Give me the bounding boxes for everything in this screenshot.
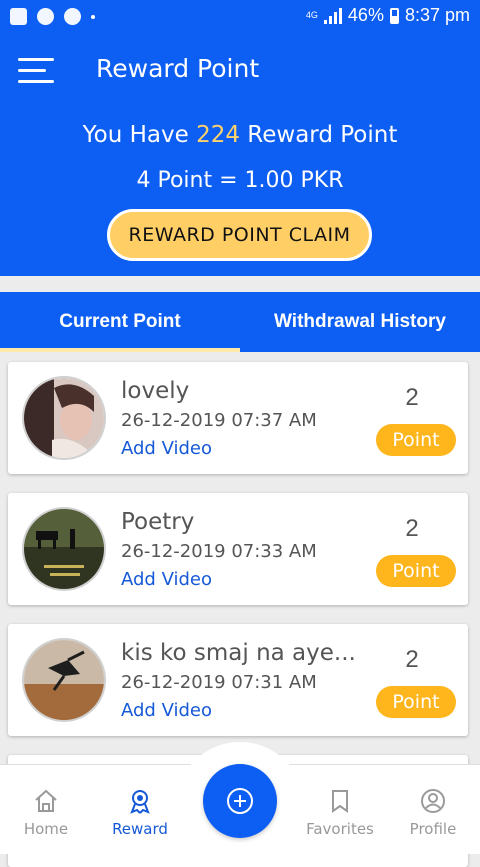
- reward-prefix: You Have: [82, 122, 189, 148]
- nav-home[interactable]: Home: [0, 788, 94, 838]
- active-tab-indicator: [0, 348, 240, 352]
- clock: 8:37 pm: [404, 5, 470, 25]
- gallery-notification-icon: [10, 8, 27, 25]
- conversion-rate: 4 Point = 1.00 PKR: [136, 168, 344, 193]
- add-video-link[interactable]: Add Video: [121, 438, 212, 459]
- app-notification-icon: [37, 8, 54, 25]
- tab-withdrawal-history[interactable]: Withdrawal History: [240, 292, 480, 352]
- reward-summary: You Have 224 Reward Point: [0, 122, 480, 148]
- reward-claim-button[interactable]: REWARD POINT CLAIM: [107, 209, 372, 261]
- add-button[interactable]: [203, 764, 277, 838]
- battery-icon: [389, 7, 399, 24]
- nav-home-label: Home: [23, 820, 69, 838]
- list-item[interactable]: lovely 26-12-2019 07:37 AM Add Video 2 P…: [8, 362, 468, 474]
- menu-icon[interactable]: [18, 56, 54, 86]
- bookmark-icon: [332, 790, 348, 813]
- nav-favorites-label: Favorites: [306, 820, 374, 838]
- profile-icon: [421, 789, 445, 813]
- add-video-link[interactable]: Add Video: [121, 700, 212, 721]
- point-badge: Point: [376, 686, 456, 718]
- tab-bar: Current Point Withdrawal History: [0, 292, 480, 352]
- home-icon: [35, 789, 57, 812]
- thumbnail: [22, 376, 106, 460]
- item-title: kis ko smaj na aye...: [121, 640, 356, 666]
- plus-circle-icon: [227, 788, 253, 814]
- nav-profile[interactable]: Profile: [385, 788, 480, 838]
- nav-favorites[interactable]: Favorites: [292, 788, 388, 838]
- thumbnail: [22, 507, 106, 591]
- item-date: 26-12-2019 07:33 AM: [121, 541, 317, 562]
- network-type: 4G: [305, 10, 318, 20]
- thumbnail: [22, 638, 106, 722]
- item-points: 2: [405, 384, 419, 411]
- item-title: lovely: [121, 378, 190, 404]
- reward-points-value: 224: [196, 122, 240, 148]
- header: Reward Point You Have 224 Reward Point 4…: [0, 34, 480, 276]
- point-badge: Point: [376, 555, 456, 587]
- item-points: 2: [405, 515, 419, 542]
- more-notifications-icon: [91, 14, 95, 19]
- reward-icon: [130, 790, 150, 814]
- page-title: Reward Point: [96, 54, 260, 83]
- point-badge: Point: [376, 424, 456, 456]
- nav-reward-label: Reward: [112, 820, 168, 838]
- item-points: 2: [405, 646, 419, 673]
- reward-suffix: Reward Point: [247, 122, 398, 148]
- item-title: Poetry: [121, 509, 195, 535]
- status-bar: 4G 46% 8:37 pm: [0, 0, 480, 34]
- nav-profile-label: Profile: [409, 820, 457, 838]
- nav-reward[interactable]: Reward: [92, 788, 188, 838]
- list-item[interactable]: Poetry 26-12-2019 07:33 AM Add Video 2 P…: [8, 493, 468, 605]
- list-item[interactable]: kis ko smaj na aye... 26-12-2019 07:31 A…: [8, 624, 468, 736]
- tab-current-point[interactable]: Current Point: [0, 292, 240, 352]
- battery-percent: 46%: [347, 5, 384, 25]
- add-video-link[interactable]: Add Video: [121, 569, 212, 590]
- item-date: 26-12-2019 07:37 AM: [121, 410, 317, 431]
- signal-icon: [323, 7, 342, 24]
- item-date: 26-12-2019 07:31 AM: [121, 672, 317, 693]
- messenger-notification-icon: [64, 8, 81, 25]
